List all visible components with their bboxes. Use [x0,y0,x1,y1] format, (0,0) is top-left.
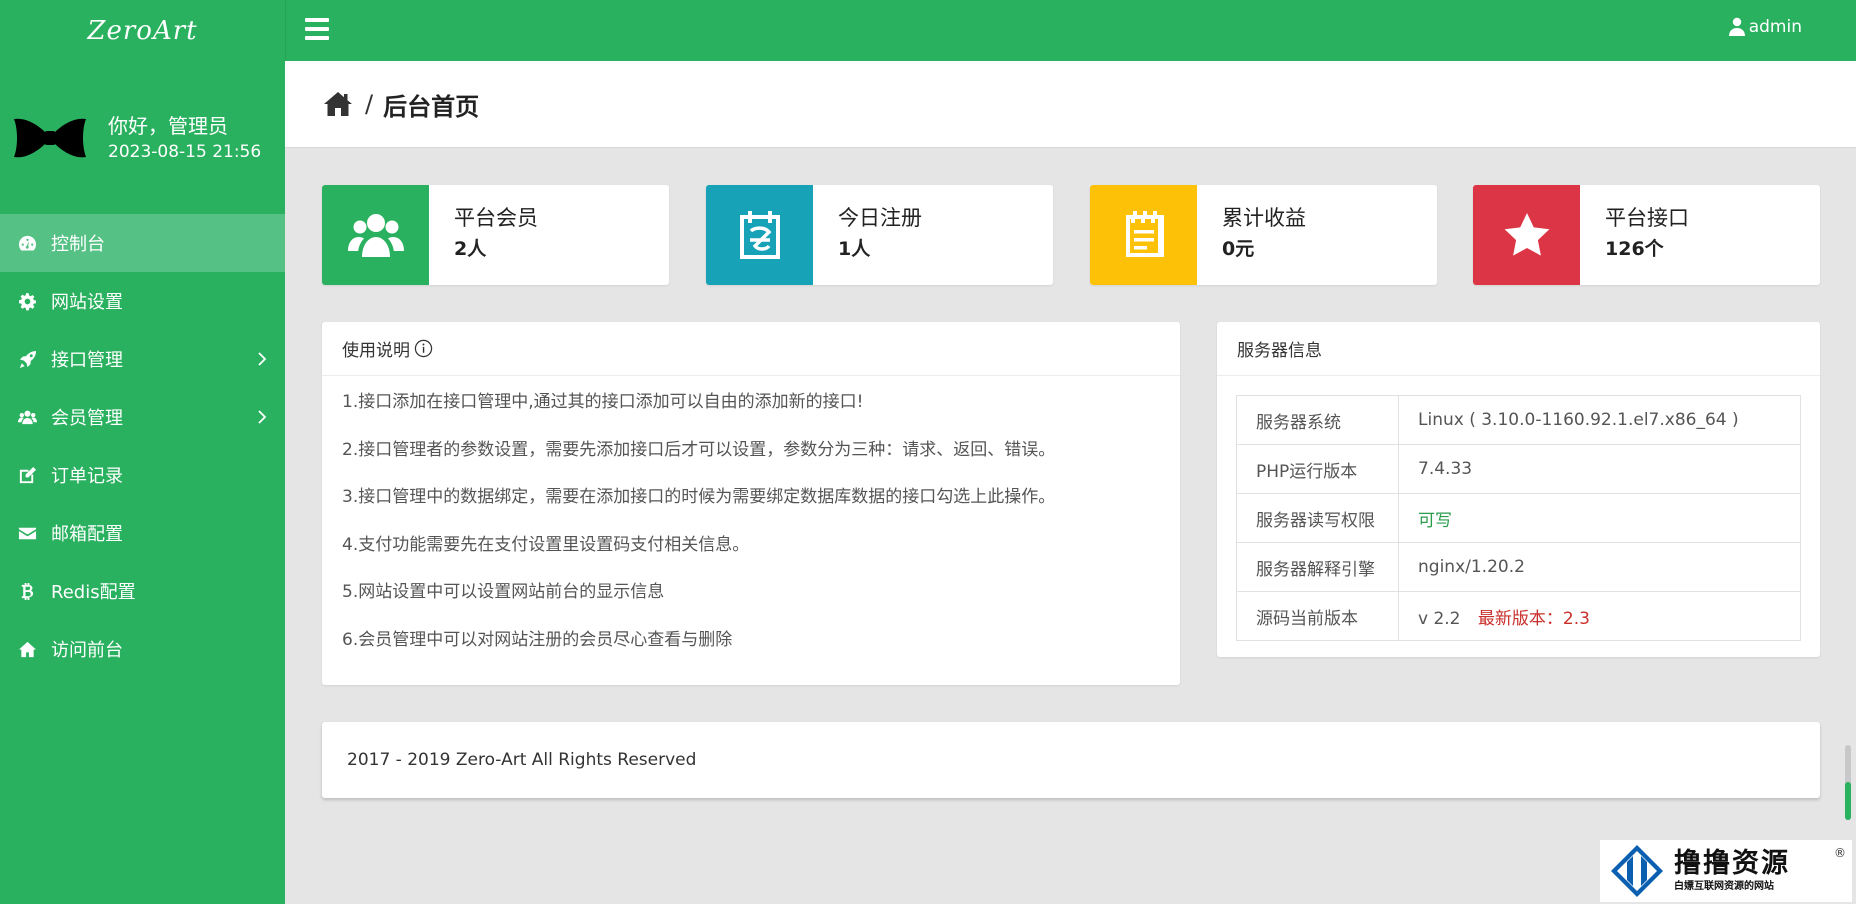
star-icon [1473,185,1580,285]
server-info-table: 服务器系统 Linux ( 3.10.0-1160.92.1.el7.x86_6… [1236,395,1801,641]
sidebar-item-dashboard[interactable]: 控制台 [0,214,285,272]
users-icon [322,185,429,285]
user-name: admin [1748,17,1802,37]
sidebar-menu: 控制台 网站设置 接口管理 会员管理 订单记录 邮箱配置 Redis配置 访问前… [0,214,285,678]
table-row: 服务器系统 Linux ( 3.10.0-1160.92.1.el7.x86_6… [1236,395,1801,445]
info-icon[interactable] [414,339,433,358]
stat-label: 累计收益 [1222,206,1306,230]
panel-title: 服务器信息 [1237,341,1322,361]
sidebar-item-label: 网站设置 [51,292,123,313]
edit-icon [18,466,51,485]
app-logo[interactable]: ZeroArt [0,0,285,61]
stat-value: 0元 [1222,238,1255,260]
sidebar-item-label: Redis配置 [51,582,136,603]
server-info-panel: 服务器信息 服务器系统 Linux ( 3.10.0-1160.92.1.el7… [1217,322,1820,657]
user-icon [1728,17,1745,36]
sidebar: ZeroArt 你好，管理员 2023-08-15 21:56 控制台 网站设置 [0,0,285,904]
page-title: 后台首页 [383,92,480,121]
stat-value: 1人 [838,238,871,260]
footer: 2017 - 2019 Zero-Art All Rights Reserved [322,722,1820,798]
gear-icon [18,292,51,311]
table-cell-value: 7.4.33 [1398,444,1801,494]
stat-value: 2人 [454,238,487,260]
table-cell-value: v 2.2 最新版本：2.3 [1398,591,1801,641]
sidebar-item-site-settings[interactable]: 网站设置 [0,272,285,330]
stat-value: 126个 [1605,238,1664,260]
sidebar-item-orders[interactable]: 订单记录 [0,446,285,504]
calendar-icon [706,185,813,285]
watermark: 撸撸资源 白嫖互联网资源的网站 ® [1598,838,1854,904]
sidebar-item-label: 接口管理 [51,350,123,371]
notepad-icon [1090,185,1197,285]
table-row: 服务器解释引擎 nginx/1.20.2 [1236,542,1801,592]
sidebar-item-api-management[interactable]: 接口管理 [0,330,285,388]
sidebar-item-member-management[interactable]: 会员管理 [0,388,285,446]
table-row: 服务器读写权限 可写 [1236,493,1801,543]
sidebar-item-label: 订单记录 [51,466,123,487]
watermark-title: 撸撸资源 [1674,848,1790,879]
top-header: admin [285,0,1856,61]
login-datetime: 2023-08-15 21:56 [108,141,262,162]
table-row: 源码当前版本 v 2.2 最新版本：2.3 [1236,591,1801,641]
stat-card-members: 平台会员 2人 [322,185,669,285]
usage-line: 5.网站设置中可以设置网站前台的显示信息 [342,582,665,602]
stat-label: 平台会员 [454,206,538,230]
sidebar-item-mail-config[interactable]: 邮箱配置 [0,504,285,562]
usage-list: 1.接口添加在接口管理中,通过其的接口添加可以自由的添加新的接口! 2.接口管理… [322,376,1180,664]
watermark-logo [1611,845,1663,897]
scroll-indicator[interactable] [1845,745,1851,820]
usage-line: 1.接口添加在接口管理中,通过其的接口添加可以自由的添加新的接口! [342,392,864,412]
home-icon[interactable] [323,91,353,117]
panel-header: 服务器信息 [1217,322,1820,376]
rocket-icon [18,350,51,369]
bow-tie-avatar [14,118,86,157]
usage-panel: 使用说明 1.接口添加在接口管理中,通过其的接口添加可以自由的添加新的接口! 2… [322,322,1180,685]
table-cell-value: Linux ( 3.10.0-1160.92.1.el7.x86_64 ) [1398,395,1801,445]
envelope-icon [18,524,51,543]
home-icon [18,640,51,659]
latest-version: 最新版本：2.3 [1477,608,1590,629]
panel-title: 使用说明 [342,341,410,361]
table-row: PHP运行版本 7.4.33 [1236,444,1801,494]
user-profile: 你好，管理员 2023-08-15 21:56 [0,61,285,214]
watermark-subtitle: 白嫖互联网资源的网站 [1674,881,1774,892]
users-icon [18,408,51,427]
table-cell-key: 服务器解释引擎 [1236,542,1399,592]
sidebar-item-label: 邮箱配置 [51,524,123,545]
table-cell-value: nginx/1.20.2 [1398,542,1801,592]
usage-line: 6.会员管理中可以对网站注册的会员尽心查看与删除 [342,629,733,650]
table-cell-key: 服务器读写权限 [1236,493,1399,543]
usage-line: 3.接口管理中的数据绑定，需要在添加接口的时候为需要绑定数据库数据的接口勾选上此… [342,487,1056,507]
stat-label: 平台接口 [1605,206,1689,230]
sidebar-item-redis-config[interactable]: Redis配置 [0,562,285,620]
sidebar-item-label: 访问前台 [51,640,123,661]
usage-line: 4.支付功能需要先在支付设置里设置码支付相关信息。 [342,534,750,555]
breadcrumb-separator: / [365,90,374,118]
sidebar-item-visit-frontend[interactable]: 访问前台 [0,620,285,678]
table-cell-key: PHP运行版本 [1236,444,1399,494]
stat-card-platform-apis: 平台接口 126个 [1473,185,1820,285]
stat-card-today-registrations: 今日注册 1人 [706,185,1053,285]
current-version: v 2.2 [1418,608,1461,629]
chevron-right-icon [258,352,267,366]
table-cell-key: 源码当前版本 [1236,591,1399,641]
stat-label: 今日注册 [838,206,922,230]
table-cell-key: 服务器系统 [1236,395,1399,445]
dashboard-icon [18,234,51,253]
sidebar-item-label: 控制台 [51,234,105,255]
stat-card-total-revenue: 累计收益 0元 [1090,185,1437,285]
sidebar-item-label: 会员管理 [51,408,123,429]
bitcoin-icon [18,582,51,601]
table-cell-value: 可写 [1398,493,1801,543]
breadcrumb: / 后台首页 [285,61,1856,148]
panel-header: 使用说明 [322,322,1180,376]
greeting-text: 你好，管理员 [108,113,228,138]
menu-toggle-icon[interactable] [305,18,329,40]
user-menu[interactable]: admin [1728,17,1802,37]
usage-line: 2.接口管理者的参数设置，需要先添加接口后才可以设置，参数分为三种：请求、返回、… [342,439,1056,460]
chevron-right-icon [258,410,267,424]
registered-mark: ® [1834,846,1846,860]
copyright-text: 2017 - 2019 Zero-Art All Rights Reserved [347,750,697,770]
